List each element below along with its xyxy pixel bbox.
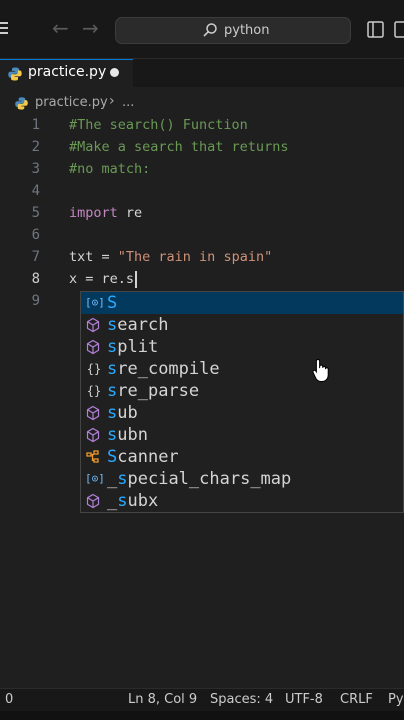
modified-dot-icon[interactable] <box>110 68 119 77</box>
method-icon <box>86 405 100 421</box>
code-line-current: 8 x = re.s <box>0 268 404 290</box>
indentation[interactable]: Spaces: 4 <box>210 692 273 707</box>
suggestion-label: sre_compile <box>107 359 220 379</box>
command-center-text: python <box>224 23 270 38</box>
method-icon <box>86 339 100 355</box>
suggestion-label: subn <box>107 425 148 445</box>
module-token: re <box>117 205 143 221</box>
variable-icon: [⊙] <box>85 472 105 485</box>
suggestion-label: split <box>107 337 159 357</box>
status-bar: 0 Ln 8, Col 9 Spaces: 4 UTF-8 CRLF Py <box>0 688 404 711</box>
suggestion-item[interactable]: {} sre_compile <box>81 358 403 380</box>
code-text: import re <box>69 202 142 224</box>
suggestion-label: _special_chars_map <box>107 469 292 489</box>
suggestion-label: _subx <box>107 491 159 511</box>
title-bar: ← → python <box>0 0 404 59</box>
chevron-right-icon: › <box>109 93 115 109</box>
braces-icon: {} <box>86 384 102 398</box>
line-number: 3 <box>31 161 40 177</box>
suggestion-item[interactable]: _subx <box>81 490 403 512</box>
tab-practice-py[interactable]: practice.py <box>0 59 133 88</box>
code-text: x = re.s <box>69 268 138 290</box>
suggestion-label: sre_parse <box>107 381 200 401</box>
code-line: 3 #no match: <box>0 158 404 180</box>
line-number: 6 <box>31 227 40 243</box>
code-text: #The search() Function <box>69 117 248 133</box>
menu-icon[interactable] <box>0 22 8 34</box>
code-line: 2 #Make a search that returns <box>0 136 404 158</box>
code-line: 6 <box>0 224 404 246</box>
class-icon <box>86 450 99 463</box>
python-file-icon <box>8 67 22 81</box>
line-number: 9 <box>31 293 40 309</box>
line-number: 2 <box>31 139 40 155</box>
suggestion-item[interactable]: Scanner <box>81 446 403 468</box>
code-line: 4 <box>0 180 404 202</box>
suggestion-label: S <box>107 293 118 313</box>
suggestion-item[interactable]: [⊙] _special_chars_map <box>81 468 403 490</box>
arrow-left-icon[interactable]: ← <box>52 18 69 38</box>
cursor-position[interactable]: Ln 8, Col 9 <box>128 692 197 707</box>
suggestion-label: search <box>107 315 169 335</box>
line-number: 7 <box>31 249 40 265</box>
code-text: txt = "The rain in spain" <box>69 246 272 268</box>
line-number: 1 <box>31 117 40 133</box>
encoding[interactable]: UTF-8 <box>285 692 323 707</box>
end-of-line[interactable]: CRLF <box>340 692 373 707</box>
code-line: 7 txt = "The rain in spain" <box>0 246 404 268</box>
problems-count[interactable]: 0 <box>5 692 13 707</box>
line-number: 8 <box>31 271 40 287</box>
breadcrumb-symbols[interactable]: ... <box>122 95 134 110</box>
method-icon <box>86 317 100 333</box>
method-icon <box>86 493 100 509</box>
breadcrumb-file[interactable]: practice.py <box>35 95 108 110</box>
suggestion-item[interactable]: {} sre_parse <box>81 380 403 402</box>
text-cursor <box>135 270 138 288</box>
keyword-token: import <box>69 205 118 221</box>
line-number: 4 <box>31 183 40 199</box>
arrow-right-icon[interactable]: → <box>82 18 99 38</box>
layout-panel-icon[interactable] <box>367 21 384 38</box>
suggestion-item[interactable]: split <box>81 336 403 358</box>
suggestion-item[interactable]: subn <box>81 424 403 446</box>
braces-icon: {} <box>86 362 102 376</box>
language-mode[interactable]: Py <box>388 692 404 707</box>
suggestion-label: Scanner <box>107 447 179 467</box>
assignment-token: txt = <box>69 249 118 265</box>
bottom-edge <box>0 711 404 720</box>
suggestion-item[interactable]: [⊙] S <box>81 292 403 314</box>
current-code-token: x = re.s <box>69 271 135 287</box>
breadcrumb: practice.py › ... <box>0 92 404 114</box>
tab-bar: practice.py <box>0 59 404 88</box>
suggestion-item[interactable]: sub <box>81 402 403 424</box>
string-token: "The rain in spain" <box>117 249 273 265</box>
variable-icon: [⊙] <box>85 296 105 309</box>
code-text: #no match: <box>69 161 151 177</box>
command-center-search[interactable]: python <box>115 17 351 44</box>
code-line: 5 import re <box>0 202 404 224</box>
autocomplete-suggestions: [⊙] S search split {} sre_compile {} sre… <box>80 291 404 513</box>
search-icon <box>203 23 217 37</box>
code-text: #Make a search that returns <box>69 139 289 155</box>
method-icon <box>86 427 100 443</box>
suggestion-item[interactable]: search <box>81 314 403 336</box>
python-file-icon <box>15 97 28 110</box>
tab-label: practice.py <box>28 64 107 80</box>
hand-pointer-icon <box>312 358 329 382</box>
code-line: 1 #The search() Function <box>0 114 404 136</box>
suggestion-label: sub <box>107 403 138 423</box>
line-number: 5 <box>31 205 40 221</box>
layout-sidebar-icon[interactable] <box>394 21 404 38</box>
